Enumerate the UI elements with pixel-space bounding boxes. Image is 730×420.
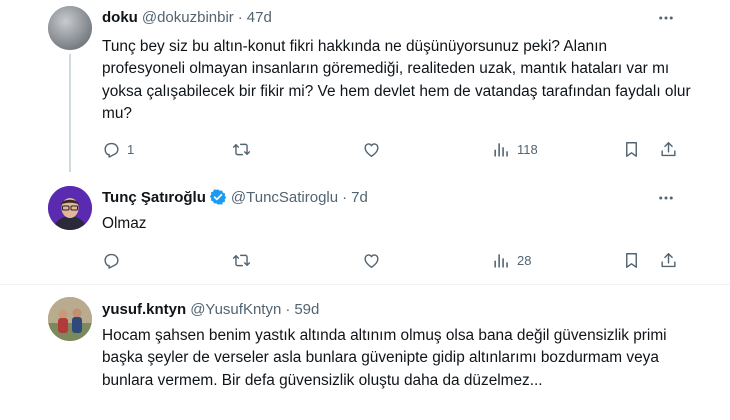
like-button[interactable] [362,248,387,272]
views-icon [494,142,508,157]
retweet-icon [232,143,251,155]
reply-button[interactable]: 1 [102,137,134,161]
tweet-actions: 28 [102,248,682,272]
bookmark-icon [626,141,637,157]
author-handle[interactable]: @YusufKntyn [190,301,281,318]
author-handle[interactable]: @dokuzbinbir [142,9,234,26]
like-icon [364,253,379,268]
avatar[interactable] [48,297,92,341]
tweet-header: yusuf.kntyn @YusufKntyn · 59d [102,299,319,319]
timestamp[interactable]: 47d [247,9,272,26]
tweet-header: Tunç Şatıroğlu @TuncSatiroglu · 7d [102,187,368,207]
views-icon [494,253,508,268]
reply-button[interactable] [102,248,127,272]
like-icon [364,142,379,157]
share-button[interactable] [659,248,678,272]
thread-line [69,54,71,172]
tweet-yusuf[interactable]: yusuf.kntyn @YusufKntyn · 59d Hocam şahs… [0,285,730,420]
tweet-text: Tunç bey siz bu altın-konut fikri hakkın… [102,38,691,122]
more-icon[interactable] [656,8,676,28]
share-icon [661,252,676,267]
retweet-icon [232,254,251,266]
avatar[interactable] [48,6,92,50]
like-button[interactable] [362,137,387,161]
timestamp[interactable]: 59d [294,301,319,318]
views-count: 28 [517,252,532,268]
author-name[interactable]: yusuf.kntyn [102,301,186,318]
tweet-text: Hocam şahsen benim yastık altında altını… [102,327,667,389]
separator: · [342,188,348,206]
verified-icon [209,188,227,206]
tweet-text: Olmaz [102,215,147,232]
avatar[interactable] [48,186,92,230]
reply-icon [104,142,119,158]
tweet-actions: 1 118 [102,137,682,161]
tweet-tunc[interactable]: Tunç Şatıroğlu @TuncSatiroglu · 7d Olmaz… [0,178,730,284]
author-name[interactable]: doku [102,9,138,26]
views-count: 118 [517,141,538,157]
separator: · [285,300,291,318]
tweet-header: doku @dokuzbinbir · 47d [102,7,272,27]
timestamp[interactable]: 7d [351,189,368,206]
bookmark-button[interactable] [622,248,641,272]
tweet-doku[interactable]: doku @dokuzbinbir · 47d Tunç bey siz bu … [0,0,730,178]
reply-icon [104,253,119,269]
retweet-button[interactable] [232,137,257,161]
retweet-button[interactable] [232,248,257,272]
author-handle[interactable]: @TuncSatiroglu [231,189,338,206]
bookmark-icon [626,252,637,268]
more-icon[interactable] [656,188,676,208]
share-icon [661,141,676,156]
author-name[interactable]: Tunç Şatıroğlu [102,189,206,206]
views-button[interactable]: 118 [492,137,538,161]
bookmark-button[interactable] [622,137,641,161]
share-button[interactable] [659,137,678,161]
separator: · [237,8,243,26]
views-button[interactable]: 28 [492,248,531,272]
reply-count: 1 [127,141,135,157]
